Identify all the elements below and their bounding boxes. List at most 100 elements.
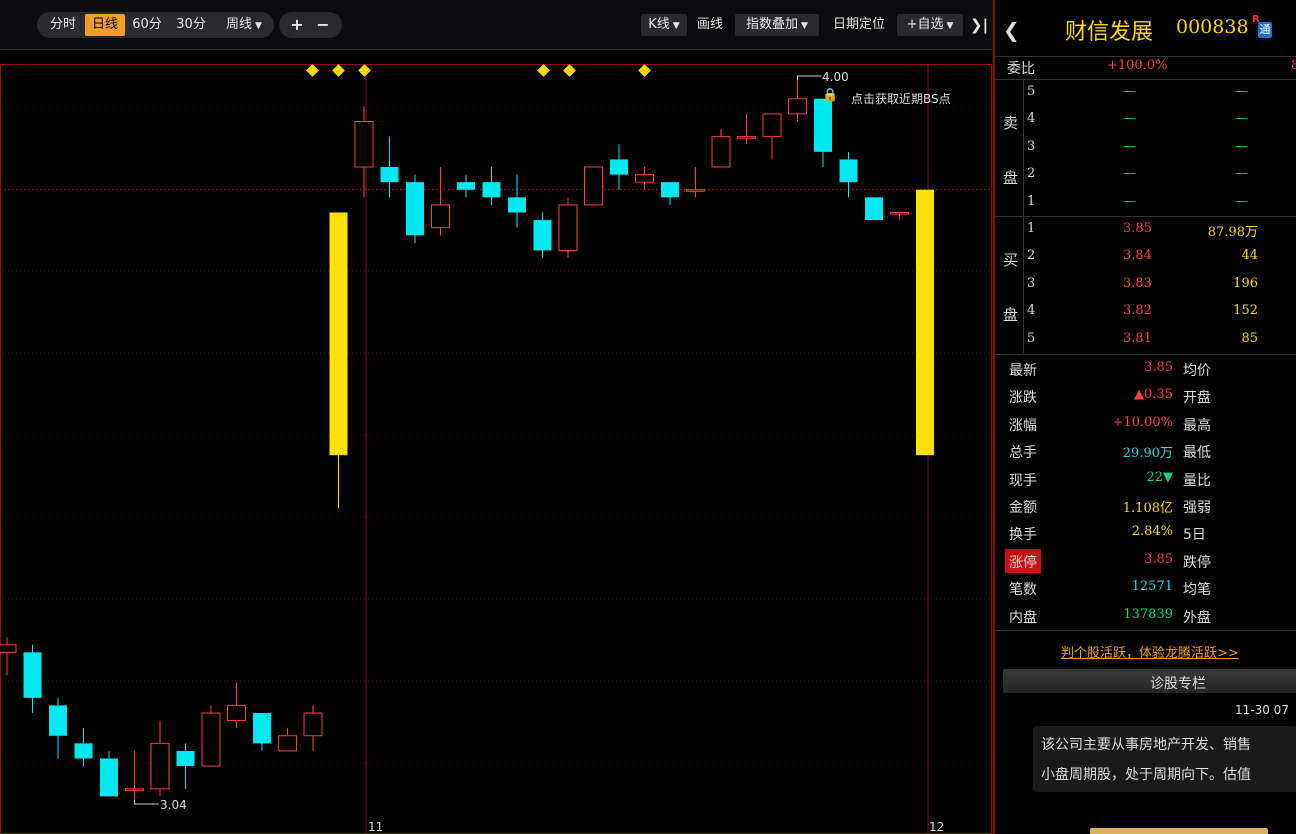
stat-label: 笔数 — [1009, 582, 1037, 599]
quote-stat-row[interactable]: 换手 2.84% 5日 — [995, 520, 1296, 547]
ask-level-row[interactable]: 2 — — — [995, 162, 1296, 189]
ask-level: 4 — [1027, 111, 1036, 127]
chart-toolbar: 分时 日线 60分 30分 周线 ▼ + − K线 ▼ 画线 指数叠加 ▼ 日期定位 … — [0, 0, 992, 50]
candle-body — [49, 705, 67, 736]
stat-value: 3.85 — [1144, 551, 1173, 567]
stat-label: 涨停 — [1009, 554, 1037, 571]
kline-dropdown[interactable]: K线 ▼ — [641, 14, 687, 36]
index-overlay-dropdown[interactable]: 指数叠加 ▼ — [735, 14, 819, 36]
stat-label: 换手 — [1009, 527, 1037, 544]
ask-level: 5 — [1027, 84, 1036, 99]
chevron-left-icon[interactable]: ❮ — [1003, 18, 1020, 42]
candle-body — [661, 182, 679, 198]
bs-hint-link[interactable]: 点击获取近期BS点 — [851, 90, 951, 107]
stat-label-secondary: 强弱 — [1183, 500, 1211, 516]
bottom-action-button[interactable] — [1090, 828, 1268, 834]
quote-stat-row[interactable]: 涨幅 +10.00% 最高 — [995, 411, 1296, 438]
stat-value: 137839 — [1123, 606, 1173, 622]
lock-icon[interactable]: 🔒 — [822, 88, 838, 103]
low-price-label: 3.04 — [160, 798, 187, 812]
quote-stat-row[interactable]: 最新 3.85 均价 — [995, 356, 1296, 383]
stock-name: 财信发展 — [1065, 20, 1154, 45]
candle-body — [329, 212, 348, 456]
candle-body — [686, 189, 705, 192]
candle-body — [916, 189, 934, 456]
bid-price: 3.83 — [1123, 275, 1152, 291]
chevron-down-icon: ▼ — [255, 21, 262, 31]
diagnosis-text: 该公司主要从事房地产开发、销售 — [1041, 737, 1251, 753]
date-locate-button[interactable]: 日期定位 — [826, 14, 892, 36]
candle-body — [100, 758, 118, 797]
stat-label-secondary: 开盘 — [1183, 390, 1211, 407]
quote-stat-row[interactable]: 涨停 3.85 跌停 — [995, 548, 1296, 575]
stat-label-secondary: 均笔 — [1183, 582, 1211, 599]
candle-body — [610, 159, 628, 175]
quote-stat-row[interactable]: 内盘 137839 外盘 — [995, 603, 1296, 630]
stat-value: ▲0.35 — [1134, 387, 1173, 403]
tong-badge[interactable]: 通 — [1258, 22, 1272, 38]
diagnosis-date: 11-30 07 — [1235, 703, 1289, 717]
candle-body — [839, 159, 858, 183]
bid-level-row[interactable]: 5 3.81 85 — [995, 327, 1296, 354]
candle-body — [201, 712, 221, 767]
stat-value: 2.84% — [1131, 524, 1173, 540]
stat-label-secondary: 外盘 — [1183, 609, 1211, 626]
quote-stat-row[interactable]: 笔数 12571 均笔 — [995, 575, 1296, 602]
candle-body — [508, 197, 526, 213]
kline-chart[interactable] — [0, 64, 992, 834]
candle-body — [23, 652, 42, 698]
stat-value: 22▼ — [1146, 469, 1173, 485]
candle-body — [711, 136, 731, 168]
stat-label: 金额 — [1009, 500, 1037, 516]
diagnosis-title: 诊股专栏 — [1150, 676, 1206, 692]
candle-body — [584, 166, 603, 206]
quote-stat-row[interactable]: 现手 22▼ 量比 — [995, 466, 1296, 493]
zoom-in-button[interactable]: + — [286, 14, 308, 36]
period-tab-60min[interactable]: 60分 — [128, 14, 166, 36]
ask-level-row[interactable]: 1 — — — [995, 190, 1296, 217]
add-watchlist-dropdown[interactable]: +自选 ▼ — [897, 14, 963, 36]
quote-stat-row[interactable]: 总手 29.90万 最低 — [995, 438, 1296, 465]
order-ratio-label: 委比 — [1007, 61, 1035, 77]
period-tab-weekly-label: 周线 — [226, 17, 253, 32]
add-watchlist-label: +自选 — [906, 17, 944, 32]
period-tab-daily[interactable]: 日线 — [85, 14, 125, 36]
collapse-panel-icon[interactable]: ❯| — [970, 14, 988, 36]
ask-price: — — [1123, 84, 1136, 99]
bid-level-row[interactable]: 3 3.83 196 — [995, 272, 1296, 299]
bid-price: 3.81 — [1123, 330, 1152, 346]
ask-level-row[interactable]: 5 — — — [995, 80, 1296, 107]
bid-level-row[interactable]: 2 3.84 44 — [995, 244, 1296, 271]
period-tab-timeshare[interactable]: 分时 — [44, 14, 82, 36]
stat-label-secondary: 5日 — [1183, 527, 1206, 544]
bid-volume: 44 — [1241, 248, 1258, 264]
quote-stat-row[interactable]: 涨跌 ▲0.35 开盘 — [995, 383, 1296, 410]
candle-body — [635, 174, 654, 183]
bid-level-row[interactable]: 4 3.82 152 — [995, 299, 1296, 326]
quote-stat-row[interactable]: 金额 1.108亿 强弱 — [995, 493, 1296, 520]
order-ratio-value: +100.0% — [1107, 58, 1168, 73]
ask-level-row[interactable]: 4 — — — [995, 107, 1296, 134]
stat-value: 12571 — [1131, 579, 1173, 595]
stat-label: 现手 — [1009, 472, 1037, 489]
draw-line-button[interactable]: 画线 — [693, 14, 727, 36]
promo-link[interactable]: 判个股活跃，体验龙腾活跃>> — [1061, 642, 1239, 661]
candle-body — [253, 713, 271, 744]
zoom-out-button[interactable]: − — [312, 14, 334, 36]
bid-price: 3.82 — [1123, 303, 1152, 319]
ask-price: — — [1123, 111, 1136, 127]
bid-level-row[interactable]: 1 3.85 87.98万 — [995, 217, 1296, 244]
kline-label: K线 — [648, 17, 670, 32]
stat-label: 内盘 — [1009, 609, 1037, 626]
quote-header: ❮ 财信发展 000838 R 通 — [995, 0, 1296, 57]
ask-level-row[interactable]: 3 — — — [995, 135, 1296, 162]
period-tab-30min[interactable]: 30分 — [171, 14, 211, 36]
bid-level: 5 — [1027, 330, 1036, 346]
ask-volume: — — [1235, 138, 1248, 154]
period-tab-weekly[interactable]: 周线 ▼ — [216, 14, 272, 36]
quote-panel: ❮ 财信发展 000838 R 通 委比 +100.0% 8 卖 盘 5— —4—… — [993, 0, 1296, 834]
index-overlay-label: 指数叠加 — [746, 17, 799, 32]
candle-body — [380, 167, 399, 183]
candle-body — [150, 742, 170, 790]
stat-value: 1.108亿 — [1122, 501, 1173, 516]
